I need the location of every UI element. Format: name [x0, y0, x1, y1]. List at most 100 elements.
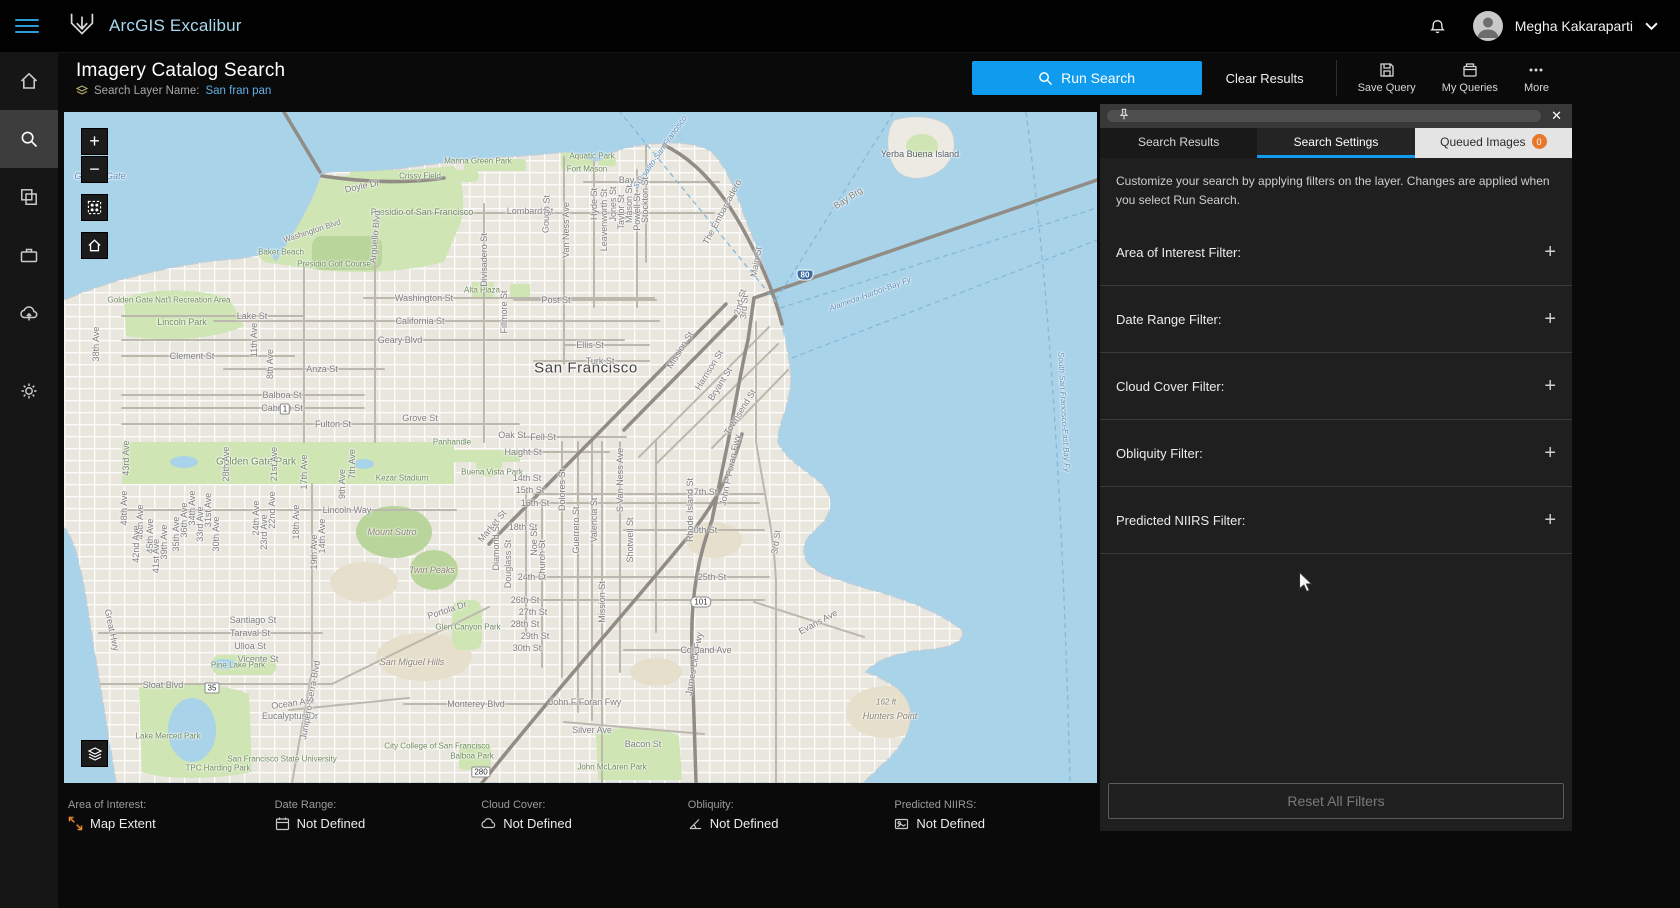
user-avatar[interactable] [1472, 11, 1503, 41]
status-value: Not Defined [916, 816, 986, 831]
layer-stack-icon [76, 84, 88, 97]
home-icon [87, 238, 102, 253]
status-obliquity: Obliquity: Not Defined [684, 783, 891, 847]
save-query-button[interactable]: Save Query [1345, 62, 1429, 94]
expand-plus-icon[interactable]: + [1544, 308, 1556, 331]
user-name: Megha Kakaraparti [1514, 18, 1633, 34]
more-label: More [1523, 82, 1549, 94]
status-predicted-niirs: Predicted NIIRS: Not Defined [890, 783, 1097, 847]
more-button[interactable]: More [1511, 62, 1562, 94]
tab-label: Search Results [1137, 134, 1220, 149]
status-label: Area of Interest: [68, 799, 147, 811]
calendar-icon [275, 816, 290, 831]
queued-count-badge: 0 [1531, 134, 1547, 149]
status-cloud-cover: Cloud Cover: Not Defined [477, 783, 684, 847]
page-title: Imagery Catalog Search [76, 59, 286, 81]
content-area: Imagery Catalog Search Search Layer Name… [58, 52, 1680, 908]
zoom-in-button[interactable]: + [81, 128, 108, 155]
briefcase-icon [19, 245, 39, 265]
filter-label: Area of Interest Filter: [1116, 244, 1241, 260]
tab-queued-images[interactable]: Queued Images 0 [1414, 128, 1572, 158]
home-icon [19, 71, 39, 91]
app-sidebar [0, 52, 58, 908]
clear-results-button[interactable]: Clear Results [1202, 71, 1328, 86]
status-value: Not Defined [709, 816, 779, 831]
tab-label: Queued Images [1440, 134, 1526, 149]
sidebar-item-cloud[interactable] [0, 284, 58, 342]
search-layer-value[interactable]: San fran pan [205, 85, 271, 97]
layers-button[interactable] [81, 740, 108, 767]
sidebar-item-settings[interactable] [0, 362, 58, 420]
basemap-canvas[interactable] [64, 112, 1097, 783]
zoom-out-button[interactable]: − [81, 156, 108, 183]
tab-search-settings[interactable]: Search Settings [1257, 128, 1415, 158]
close-icon[interactable]: ✕ [1548, 108, 1565, 124]
default-extent-button[interactable] [81, 232, 108, 259]
map-extent-icon [68, 816, 83, 831]
status-value: Not Defined [503, 816, 572, 831]
my-queries-label: My Queries [1441, 82, 1498, 94]
map-tools-button[interactable] [81, 194, 108, 221]
app-title: ArcGIS Excalibur [109, 16, 242, 35]
imagery-layers-icon [19, 187, 39, 207]
save-icon [1379, 62, 1395, 78]
run-search-button[interactable]: Run Search [971, 61, 1202, 95]
filter-cloud-cover[interactable]: Cloud Cover Filter: + [1100, 353, 1572, 421]
tab-label: Search Settings [1293, 134, 1379, 149]
filter-label: Predicted NIIRS Filter: [1116, 512, 1246, 528]
expand-plus-icon[interactable]: + [1544, 241, 1556, 264]
pin-icon[interactable] [1117, 108, 1131, 122]
ellipsis-icon [1528, 62, 1544, 78]
search-icon [1038, 71, 1053, 86]
search-icon [19, 129, 39, 149]
filter-label: Date Range Filter: [1116, 311, 1222, 327]
obliquity-angle-icon [688, 816, 703, 831]
top-app-bar: ArcGIS Excalibur Megha Kakaraparti [0, 0, 1680, 53]
hamburger-menu-icon[interactable] [15, 19, 39, 33]
filter-predicted-niirs[interactable]: Predicted NIIRS Filter: + [1100, 487, 1572, 555]
reset-all-filters-button[interactable]: Reset All Filters [1108, 783, 1564, 819]
status-value: Not Defined [296, 816, 366, 831]
my-queries-button[interactable]: My Queries [1429, 62, 1511, 94]
settings-description: Customize your search by applying filter… [1116, 174, 1550, 207]
panel-drag-handle[interactable] [1107, 108, 1542, 122]
filter-obliquity[interactable]: Obliquity Filter: + [1100, 420, 1572, 488]
panel-tabs: Search Results Search Settings Queued Im… [1100, 128, 1572, 158]
cloud-icon [481, 816, 496, 831]
search-layer-label: Search Layer Name: [94, 84, 200, 97]
chevron-down-icon[interactable] [1645, 22, 1658, 30]
map[interactable]: San FranciscoGolden GateSausalito-San Fr… [64, 112, 1097, 783]
status-value: Map Extent [90, 816, 156, 831]
notifications-bell-icon[interactable] [1428, 17, 1447, 36]
expand-plus-icon[interactable]: + [1544, 442, 1556, 465]
status-area-of-interest: Area of Interest: Map Extent [64, 783, 271, 847]
status-label: Predicted NIIRS: [894, 799, 977, 811]
queries-icon [1462, 62, 1478, 78]
page-header: Imagery Catalog Search Search Layer Name… [58, 52, 1680, 104]
sidebar-item-search[interactable] [0, 110, 58, 168]
panel-drag-bar[interactable]: ✕ [1100, 104, 1572, 128]
gear-icon [19, 381, 39, 401]
sidebar-item-home[interactable] [0, 52, 58, 110]
filter-label: Obliquity Filter: [1116, 445, 1203, 461]
status-date-range: Date Range: Not Defined [271, 783, 478, 847]
filter-date-range[interactable]: Date Range Filter: + [1100, 286, 1572, 354]
image-quality-icon [894, 816, 909, 831]
expand-plus-icon[interactable]: + [1544, 375, 1556, 398]
status-label: Cloud Cover: [481, 799, 546, 811]
grid-select-icon [87, 200, 102, 215]
cloud-upload-icon [19, 303, 39, 323]
filter-area-of-interest[interactable]: Area of Interest Filter: + [1100, 219, 1572, 287]
tab-search-results[interactable]: Search Results [1100, 128, 1258, 158]
sidebar-item-imagery[interactable] [0, 168, 58, 226]
save-query-label: Save Query [1357, 82, 1416, 94]
excalibur-logo-icon [65, 9, 99, 43]
layers-icon [87, 746, 103, 762]
search-panel: ✕ Search Results Search Settings Queued … [1100, 104, 1572, 831]
filter-status-bar: Area of Interest: Map Extent Date Range: [64, 783, 1097, 847]
sidebar-item-projects[interactable] [0, 226, 58, 284]
expand-plus-icon[interactable]: + [1544, 509, 1556, 532]
status-label: Obliquity: [687, 799, 734, 811]
status-label: Date Range: [274, 799, 337, 811]
filter-label: Cloud Cover Filter: [1116, 378, 1225, 394]
